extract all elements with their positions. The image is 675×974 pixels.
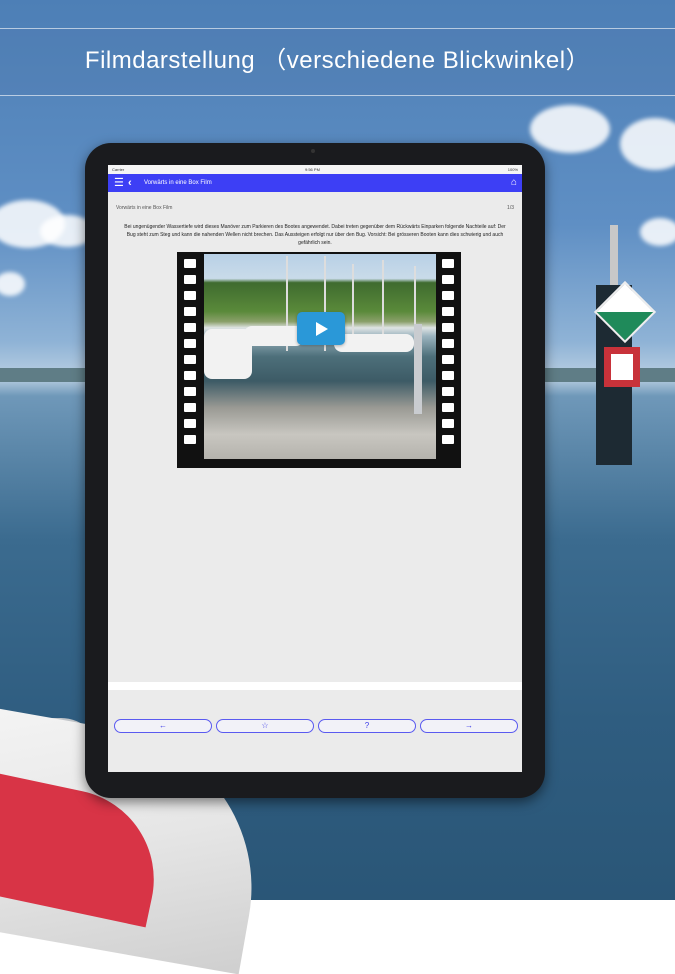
cloud <box>530 105 610 153</box>
back-chevron-icon[interactable]: ‹ <box>128 176 132 190</box>
breadcrumb: Vorwärts in eine Box Film <box>116 205 173 211</box>
previous-button[interactable]: ← <box>114 719 212 733</box>
camera-dot <box>311 149 315 153</box>
carrier-label: Carrier <box>112 167 125 172</box>
favorite-button[interactable]: ☆ <box>216 719 314 733</box>
help-button[interactable]: ? <box>318 719 416 733</box>
video-player[interactable] <box>177 252 461 468</box>
home-icon[interactable]: ⌂ <box>511 176 517 190</box>
pole-top <box>610 225 618 287</box>
divider <box>108 682 522 690</box>
nav-bar: ☰ ‹ Vorwärts in eine Box Film ⌂ <box>108 174 522 192</box>
description-text: Bei ungenügender Wassertiefe wird dieses… <box>124 224 506 246</box>
red-square-sign <box>604 347 640 387</box>
battery-label: 100% <box>507 167 518 172</box>
nav-title: Vorwärts in eine Box Film <box>144 180 212 186</box>
clock: 9:56 PM <box>305 167 320 172</box>
next-button[interactable]: → <box>420 719 518 733</box>
page-title: Filmdarstellung （verschiedene Blickwinke… <box>84 47 591 74</box>
page-indicator: 1/3 <box>507 205 514 211</box>
film-strip-left <box>179 252 201 468</box>
app-screen: Carrier 9:56 PM 100% ☰ ‹ Vorwärts in ein… <box>108 165 522 772</box>
cloud <box>640 218 675 246</box>
bottom-toolbar: ← ☆ ? → <box>108 690 522 772</box>
film-strip-right <box>437 252 459 468</box>
menu-icon[interactable]: ☰ <box>114 177 124 189</box>
play-icon[interactable] <box>297 312 345 345</box>
content-area: Vorwärts in eine Box Film 1/3 Bei ungenü… <box>108 192 522 682</box>
status-bar: Carrier 9:56 PM 100% <box>108 165 522 174</box>
video-thumbnail <box>204 254 436 459</box>
